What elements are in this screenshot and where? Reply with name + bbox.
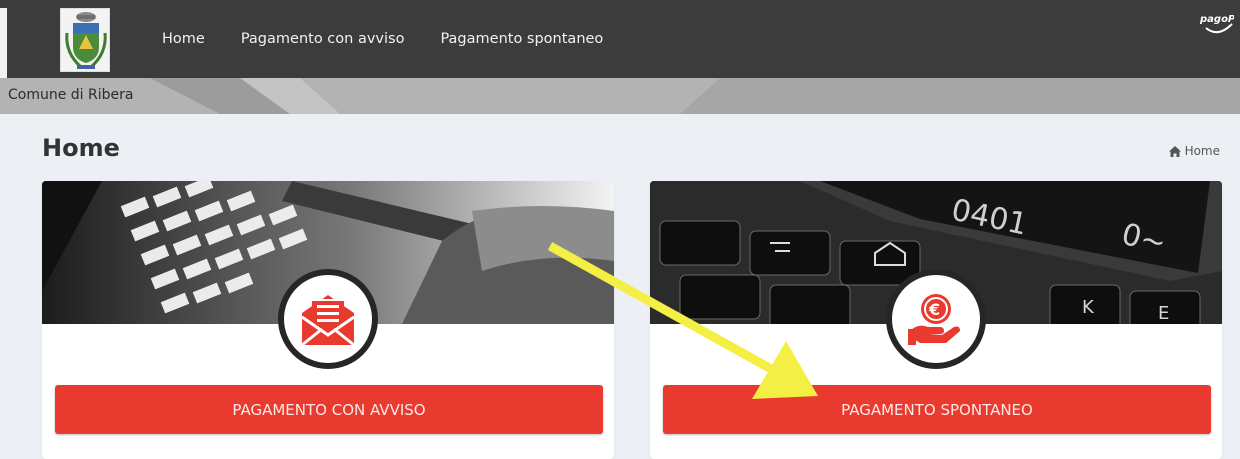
pagopa-logo[interactable]: pagoPA <box>1199 10 1240 38</box>
municipality-logo[interactable] <box>60 8 110 72</box>
pagamento-spontaneo-button[interactable]: PAGAMENTO SPONTANEO <box>663 385 1211 434</box>
card-icon-circle <box>278 269 378 369</box>
svg-text:E: E <box>1158 303 1169 324</box>
svg-text:€: € <box>928 300 940 319</box>
card-pagamento-spontaneo: 0401 0~ K E € PAGAMENTO SPONTANEO <box>650 181 1222 459</box>
nav-pagamento-con-avviso[interactable]: Pagamento con avviso <box>241 31 405 47</box>
home-icon <box>1168 145 1181 157</box>
envelope-invoice-icon <box>301 295 355 347</box>
nav-home[interactable]: Home <box>162 31 205 47</box>
nav-pagamento-spontaneo[interactable]: Pagamento spontaneo <box>440 31 603 47</box>
page-title: Home <box>42 134 120 162</box>
card-icon-circle: € <box>886 269 986 369</box>
card-pagamento-con-avviso: PAGAMENTO CON AVVISO <box>42 181 614 459</box>
navbar-edge <box>0 8 7 78</box>
main-nav: Home Pagamento con avviso Pagamento spon… <box>162 0 639 78</box>
breadcrumb: Home <box>1168 144 1220 158</box>
svg-text:K: K <box>1082 297 1095 318</box>
municipality-bar: Comune di Ribera <box>0 78 1240 114</box>
hand-euro-coin-icon: € <box>908 294 960 345</box>
top-navbar: Home Pagamento con avviso Pagamento spon… <box>0 0 1240 78</box>
svg-text:pagoPA: pagoPA <box>1200 14 1234 25</box>
breadcrumb-home[interactable]: Home <box>1185 144 1220 158</box>
municipality-name: Comune di Ribera <box>8 87 134 103</box>
pagamento-con-avviso-button[interactable]: PAGAMENTO CON AVVISO <box>55 385 603 434</box>
